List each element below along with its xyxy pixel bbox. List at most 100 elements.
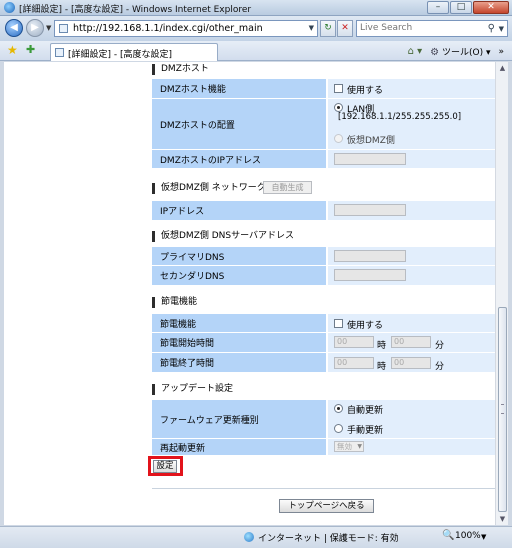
dmz-use-label: 使用する xyxy=(347,86,384,96)
secondary-dns-label: セカンダリDNS xyxy=(152,266,326,285)
row-reboot-update: 再起動更新 無効 ▼ xyxy=(152,439,495,455)
address-dropdown-icon[interactable]: ▼ xyxy=(309,24,314,32)
zoom-level[interactable]: 100% xyxy=(455,531,481,541)
power-end-minute-input[interactable]: 00 xyxy=(391,357,431,369)
power-end-value: 00 時 00 分 xyxy=(328,353,495,372)
minute-unit: 分 xyxy=(435,362,445,372)
row-update-type: ファームウェア更新種別 自動更新 手動更新 xyxy=(152,400,495,438)
dmz-function-value: 使用する xyxy=(328,79,495,98)
row-dmz-placement: DMZホストの配置 LAN側 [192.168.1.1/255.255.255.… xyxy=(152,99,495,149)
update-type-label: ファームウェア更新種別 xyxy=(152,400,326,438)
magnifier-icon[interactable]: 🔍 xyxy=(442,530,454,541)
search-icon[interactable]: ⚲ xyxy=(488,23,495,34)
primary-dns-value xyxy=(328,247,495,265)
auto-generate-button[interactable]: 自動生成 xyxy=(263,181,312,194)
reboot-update-label: 再起動更新 xyxy=(152,439,326,455)
dmz-lan-radio[interactable] xyxy=(334,103,343,112)
dmz-ip-value xyxy=(328,150,495,168)
row-dmz-function: DMZホスト機能 使用する xyxy=(152,79,495,98)
minimize-button[interactable]: – xyxy=(427,1,449,14)
vertical-scrollbar[interactable]: ▲ ▼ xyxy=(495,62,508,525)
chevron-down-icon: ▼ xyxy=(357,443,362,450)
extra-commands-icon[interactable]: » xyxy=(498,47,504,57)
dmz-function-label: DMZホスト機能 xyxy=(152,79,326,98)
reboot-update-select[interactable]: 無効 ▼ xyxy=(334,441,364,452)
dmz-virtual-radio[interactable] xyxy=(334,134,343,143)
window-title: [詳細設定] - [高度な設定] - Windows Internet Expl… xyxy=(19,5,252,15)
dmz-ip-input[interactable] xyxy=(334,153,406,165)
secondary-dns-value xyxy=(328,266,495,285)
row-power-function: 節電機能 使用する xyxy=(152,314,495,332)
reboot-update-value: 無効 ▼ xyxy=(328,439,495,455)
scroll-up-icon[interactable]: ▲ xyxy=(496,62,509,74)
address-bar[interactable]: http://192.168.1.1/index.cgi/other_main … xyxy=(54,20,318,37)
tools-label: ツール(O) xyxy=(441,48,484,58)
dmz-use-checkbox[interactable] xyxy=(334,84,343,93)
tools-menu[interactable]: ⚙ ツール(O) ▾ xyxy=(430,45,490,58)
row-secondary-dns: セカンダリDNS xyxy=(152,266,495,285)
row-vdmz-ip: IPアドレス xyxy=(152,201,495,220)
back-to-top-button[interactable]: トップページへ戻る xyxy=(279,499,374,513)
search-input[interactable] xyxy=(360,23,480,33)
update-type-value: 自動更新 手動更新 xyxy=(328,400,495,438)
page-icon xyxy=(59,24,68,33)
stop-button[interactable]: ✕ xyxy=(337,20,353,37)
vdmz-ip-input[interactable] xyxy=(334,204,406,216)
row-dmz-ip: DMZホストのIPアドレス xyxy=(152,150,495,168)
power-start-minute-input[interactable]: 00 xyxy=(391,336,431,348)
divider xyxy=(152,488,495,489)
tab-label: [詳細設定] - [高度な設定] xyxy=(68,50,173,60)
power-use-checkbox[interactable] xyxy=(334,319,343,328)
home-icon[interactable]: ⌂ ▾ xyxy=(408,46,423,57)
page-icon xyxy=(55,48,64,57)
page-viewport: DMZホスト DMZホスト機能 使用する DMZホストの配置 LAN側 [192… xyxy=(4,62,495,525)
power-end-hour-input[interactable]: 00 xyxy=(334,357,374,369)
primary-dns-input[interactable] xyxy=(334,250,406,262)
forward-button[interactable]: ▶ xyxy=(26,19,44,37)
gear-icon: ⚙ xyxy=(430,47,440,58)
section-update-heading: アップデート設定 xyxy=(152,382,495,398)
back-button[interactable]: ◀ xyxy=(5,19,23,37)
power-start-value: 00 時 00 分 xyxy=(328,333,495,352)
power-start-label: 節電開始時間 xyxy=(152,333,326,352)
close-button[interactable]: ✕ xyxy=(473,1,509,14)
refresh-icon: ↻ xyxy=(324,23,332,33)
window-controls: – □ ✕ xyxy=(427,1,509,14)
search-dropdown-icon[interactable]: ▼ xyxy=(499,25,504,33)
power-use-label: 使用する xyxy=(347,321,384,331)
add-favorite-icon[interactable]: ✚ xyxy=(26,43,35,56)
auto-update-radio[interactable] xyxy=(334,404,343,413)
command-bar: ⌂ ▾ ⚙ ツール(O) ▾ » xyxy=(408,45,504,58)
vdmz-ip-value xyxy=(328,201,495,220)
power-start-hour-input[interactable]: 00 xyxy=(334,336,374,348)
power-function-value: 使用する xyxy=(328,314,495,332)
search-box[interactable]: ⚲ ▼ xyxy=(356,20,508,37)
scroll-thumb[interactable] xyxy=(498,307,507,512)
manual-update-radio[interactable] xyxy=(334,424,343,433)
auto-update-label: 自動更新 xyxy=(347,406,384,416)
hour-unit: 時 xyxy=(377,362,387,372)
reboot-update-selected: 無効 xyxy=(337,442,352,451)
dmz-virtual-label: 仮想DMZ側 xyxy=(347,136,395,146)
security-zone-text: インターネット | 保護モード: 有効 xyxy=(258,534,399,544)
minute-unit: 分 xyxy=(435,341,445,351)
url-text: http://192.168.1.1/index.cgi/other_main xyxy=(73,23,263,34)
secondary-dns-input[interactable] xyxy=(334,269,406,281)
set-button-highlight: 設定 xyxy=(148,456,183,476)
vdmz-ip-label: IPアドレス xyxy=(152,201,326,220)
maximize-button[interactable]: □ xyxy=(450,1,472,14)
recent-pages-dropdown[interactable]: ▼ xyxy=(46,24,51,32)
tab-current[interactable]: [詳細設定] - [高度な設定] xyxy=(50,43,218,61)
dmz-placement-label: DMZホストの配置 xyxy=(152,99,326,149)
address-toolbar: ◀ ▶ ▼ http://192.168.1.1/index.cgi/other… xyxy=(0,16,512,41)
set-button[interactable]: 設定 xyxy=(153,460,177,473)
refresh-button[interactable]: ↻ xyxy=(320,20,336,37)
stop-icon: ✕ xyxy=(341,23,349,33)
globe-icon xyxy=(244,532,254,542)
power-end-label: 節電終了時間 xyxy=(152,353,326,372)
star-icon[interactable]: ★ xyxy=(7,43,18,57)
status-bar: インターネット | 保護モード: 有効 🔍 100% ▼ xyxy=(0,526,512,548)
zoom-dropdown-icon[interactable]: ▼ xyxy=(481,533,486,541)
back-arrow-icon: ◀ xyxy=(10,22,18,33)
scroll-down-icon[interactable]: ▼ xyxy=(496,513,509,525)
